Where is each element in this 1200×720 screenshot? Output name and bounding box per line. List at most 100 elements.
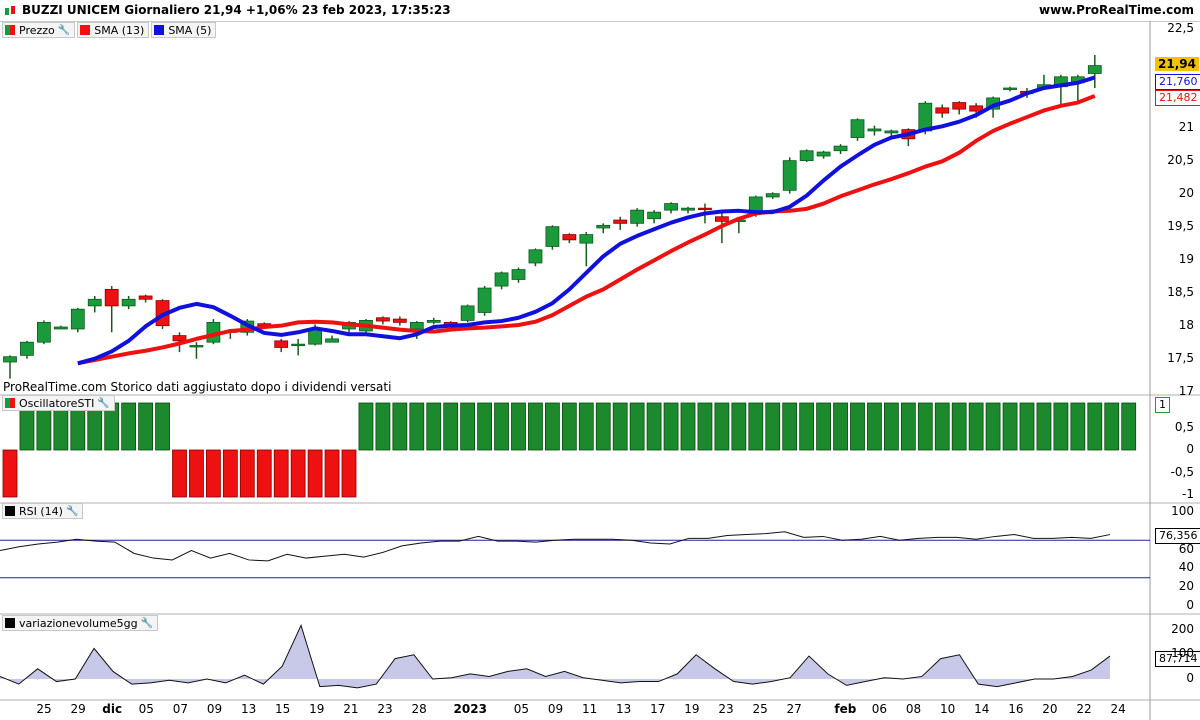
legend-label: RSI (14) — [19, 504, 63, 518]
sti-bar — [1070, 402, 1086, 451]
sti-bar — [239, 449, 255, 498]
price-legend: Prezzo 🔧 SMA (13) SMA (5) — [2, 22, 218, 38]
sti-bar — [138, 402, 154, 451]
candle-body — [121, 298, 136, 307]
candle-body — [782, 160, 797, 191]
sti-bar — [1019, 402, 1035, 451]
rsi-legend: RSI (14) 🔧 — [2, 503, 85, 519]
legend-sma13[interactable]: SMA (13) — [77, 22, 150, 38]
sti-bar — [900, 402, 916, 451]
volume-tick-label: 100 — [1171, 646, 1194, 660]
candle-body — [511, 269, 526, 280]
sti-bar — [697, 402, 713, 451]
last-price-tag: 21,94 — [1155, 57, 1199, 71]
sti-bar — [358, 402, 374, 451]
candle-body — [850, 119, 865, 138]
x-tick-label: 11 — [581, 702, 598, 716]
sti-bar — [443, 402, 459, 451]
sti-bar — [884, 402, 899, 451]
candle-body — [613, 219, 628, 224]
legend-sma5[interactable]: SMA (5) — [151, 22, 217, 38]
x-tick-label: 15 — [275, 702, 291, 716]
x-tick-label: feb — [834, 702, 857, 716]
sti-bar — [612, 402, 628, 451]
sti-bar — [629, 402, 645, 451]
x-tick-label: 23 — [377, 702, 393, 716]
legend-rsi[interactable]: RSI (14) 🔧 — [2, 503, 84, 519]
candle-body — [460, 305, 475, 321]
price-tick-label: 21 — [1178, 119, 1194, 134]
candle-body — [1003, 87, 1017, 90]
sti-bar — [256, 449, 272, 498]
sti-bar — [714, 402, 730, 451]
candle-body — [37, 321, 51, 343]
candle-body — [172, 335, 187, 342]
sti-bar — [121, 402, 137, 451]
candle-body — [765, 193, 780, 198]
sti-legend: OscillatoreSTI 🔧 — [2, 395, 117, 411]
sti-bar — [663, 402, 679, 451]
x-tick-label: 24 — [1110, 702, 1126, 716]
dividend-footnote: ProRealTime.com Storico dati aggiustato … — [3, 380, 392, 394]
sti-bar — [205, 449, 221, 498]
chart-canvas[interactable] — [0, 0, 1200, 720]
candle-body — [816, 151, 831, 157]
sti-bar — [934, 402, 950, 451]
candle-body — [952, 102, 967, 110]
wrench-icon[interactable]: 🔧 — [58, 25, 70, 36]
x-tick-label: 21 — [343, 702, 359, 716]
price-tick-label: 18 — [1178, 317, 1194, 332]
legend-volume[interactable]: variazionevolume5gg 🔧 — [2, 615, 159, 631]
wrench-icon[interactable]: 🔧 — [66, 506, 78, 517]
candle-body — [53, 326, 68, 330]
sti-bar — [917, 402, 933, 451]
sti-value-tag: 1 — [1155, 397, 1170, 413]
legend-label: OscillatoreSTI — [19, 396, 95, 410]
candle-body — [494, 272, 509, 287]
sti-bar — [341, 449, 357, 498]
sti-bar — [392, 402, 408, 451]
sti-bar — [290, 449, 306, 498]
wrench-icon[interactable]: 🔧 — [141, 618, 153, 629]
price-tick-label: 19,5 — [1167, 218, 1194, 233]
sti-bar — [782, 402, 798, 451]
sti-bar — [850, 402, 865, 451]
sti-bar — [189, 449, 204, 498]
sti-bar — [273, 449, 289, 498]
price-tick-label: 22,5 — [1167, 20, 1194, 35]
color-swatch — [5, 618, 15, 628]
candle-body — [596, 224, 611, 229]
sti-bar — [1053, 402, 1069, 451]
candle-body — [698, 207, 712, 211]
candle-body — [681, 207, 695, 211]
sti-bar — [1104, 402, 1120, 451]
sti-bar — [494, 402, 509, 451]
sti-bar — [595, 402, 611, 451]
sma13-tag: 21,482 — [1155, 90, 1200, 106]
legend-sti[interactable]: OscillatoreSTI 🔧 — [2, 395, 115, 411]
x-tick-label: 25 — [752, 702, 768, 716]
x-tick-label: 2023 — [453, 702, 487, 716]
candle-body — [664, 203, 678, 211]
rsi-tick-label: 0 — [1186, 598, 1194, 612]
legend-label: SMA (5) — [168, 23, 212, 37]
x-tick-label: 14 — [974, 702, 990, 716]
price-tick-label: 20 — [1178, 185, 1194, 200]
sti-bar — [460, 402, 476, 451]
sti-bar — [426, 402, 442, 451]
candle-body — [104, 288, 119, 307]
wrench-icon[interactable]: 🔧 — [97, 398, 109, 409]
sti-bar — [816, 402, 831, 451]
x-tick-label: 13 — [240, 702, 257, 716]
x-tick-label: 16 — [1008, 702, 1024, 716]
candle-body — [545, 226, 560, 247]
sti-bar — [409, 402, 425, 451]
legend-prezzo[interactable]: Prezzo 🔧 — [2, 22, 76, 38]
rsi-tick-label: 100 — [1171, 504, 1194, 518]
candle-body — [409, 321, 424, 330]
x-tick-label: 17 — [650, 702, 666, 716]
sti-bar — [155, 402, 170, 451]
candle-body — [528, 249, 543, 264]
candle-body — [630, 209, 645, 224]
candle-body — [562, 234, 577, 241]
